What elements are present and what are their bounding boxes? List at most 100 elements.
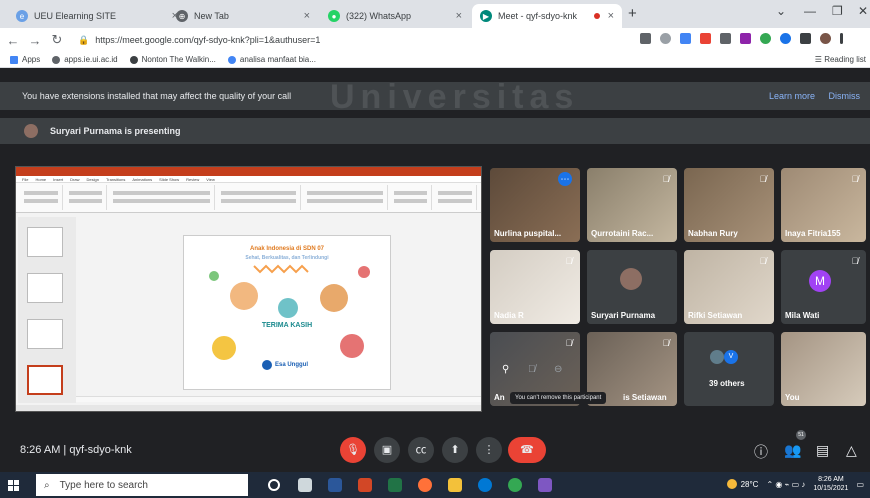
others-count: 39 others: [709, 379, 745, 388]
powerpoint-ribbon: [16, 183, 481, 213]
others-avatar: V: [724, 350, 738, 364]
tab-search-icon[interactable]: ⌄: [776, 4, 786, 18]
bookmark-apps[interactable]: Apps: [10, 55, 40, 64]
start-button[interactable]: [0, 472, 26, 498]
extension-icon[interactable]: [760, 33, 771, 44]
extension-icon[interactable]: [720, 33, 731, 44]
people-icon[interactable]: 👥: [784, 442, 801, 459]
close-tab-icon[interactable]: ×: [608, 10, 614, 22]
chrome-icon[interactable]: [508, 478, 522, 492]
mic-off-icon: 🎙̸: [851, 256, 859, 266]
leave-call-button[interactable]: ☎: [508, 437, 546, 463]
mic-toggle-button[interactable]: 🎙: [340, 437, 366, 463]
minimize-icon[interactable]: —: [804, 4, 816, 18]
excel-icon[interactable]: [388, 478, 402, 492]
mute-participant-icon[interactable]: 🎙̸: [528, 364, 536, 375]
weather-temp[interactable]: 28°C: [741, 480, 759, 489]
pin-icon[interactable]: ⚲: [502, 364, 509, 375]
firefox-icon[interactable]: [418, 478, 432, 492]
others-tile[interactable]: V 39 others: [684, 332, 774, 406]
tab-ueu-elearning[interactable]: e UEU Elearning SITE ×: [8, 4, 186, 28]
meeting-details-icon[interactable]: ⓘ: [754, 442, 768, 462]
university-watermark: Universitas: [330, 78, 580, 116]
address-bar[interactable]: 🔒 https://meet.google.com/qyf-sdyo-knk?p…: [78, 31, 638, 49]
remove-participant-tooltip: You can't remove this participant: [510, 392, 607, 404]
search-placeholder: Type here to search: [59, 479, 148, 491]
puzzle-icon[interactable]: [800, 33, 811, 44]
present-screen-button[interactable]: ⬆: [442, 437, 468, 463]
slide-thumbnail: [27, 227, 63, 257]
video-camera-icon[interactable]: [640, 33, 651, 44]
tray-icons[interactable]: ⌃ ◉ ⌁ ▭ ♪: [766, 480, 805, 489]
participant-tile[interactable]: Suryari Purnama: [587, 250, 677, 324]
extension-icon[interactable]: [780, 33, 791, 44]
tab-meet[interactable]: ▶ Meet - qyf-sdyo-knk ×: [472, 4, 622, 28]
app-icon[interactable]: [538, 478, 552, 492]
profile-avatar[interactable]: [820, 33, 831, 44]
more-options-button[interactable]: ⋮: [476, 437, 502, 463]
tab-new-tab[interactable]: ⊕ New Tab ×: [168, 4, 318, 28]
reading-list-label: Reading list: [824, 55, 866, 64]
bookmark-nonton[interactable]: Nonton The Walkin...: [129, 55, 216, 64]
close-tab-icon[interactable]: ×: [304, 10, 310, 22]
camera-toggle-button[interactable]: ▣: [374, 437, 400, 463]
extension-icon[interactable]: [740, 33, 751, 44]
chat-icon[interactable]: ▤: [816, 442, 829, 459]
apps-grid-icon: [10, 55, 18, 64]
bookmark-analisa[interactable]: analisa manfaat bia...: [227, 55, 316, 64]
participant-name: Rifki Setiawan: [688, 311, 743, 320]
windows-taskbar: ⌕ Type here to search 28°C ⌃ ◉ ⌁ ▭ ♪ 8:2…: [0, 472, 870, 498]
forward-icon[interactable]: →: [26, 33, 44, 48]
file-explorer-icon[interactable]: [448, 478, 462, 492]
meet-stage: You have extensions installed that may a…: [0, 68, 870, 472]
windows-logo-icon: [7, 479, 19, 491]
task-view-icon[interactable]: [298, 478, 312, 492]
participant-tile[interactable]: 🎙̸ Qurrotaini Rac...: [587, 168, 677, 242]
reading-list-button[interactable]: ☰ Reading list: [815, 55, 866, 64]
ueu-favicon-icon: e: [16, 10, 28, 22]
tab-whatsapp[interactable]: ● (322) WhatsApp ×: [320, 4, 470, 28]
tab-label: Meet - qyf-sdyo-knk: [498, 11, 578, 21]
participant-tile[interactable]: ⋯ Nurlina puspital...: [490, 168, 580, 242]
close-window-icon[interactable]: ✕: [858, 4, 868, 18]
menu-kebab-icon[interactable]: [840, 33, 843, 44]
participant-tile[interactable]: 🎙̸ Nadia R: [490, 250, 580, 324]
word-icon[interactable]: [328, 478, 342, 492]
tray-time: 8:26 AM: [818, 476, 844, 483]
clock-time: 8:26 AM: [20, 444, 61, 456]
participant-tile[interactable]: 🎙̸ Nabhan Rury: [684, 168, 774, 242]
participant-name: Nurlina puspital...: [494, 229, 562, 238]
participant-tile[interactable]: M 🎙̸ Mila Wati: [781, 250, 866, 324]
meeting-info: 8:26 AM | qyf-sdyo-knk: [20, 444, 132, 456]
weather-icon[interactable]: [726, 479, 737, 489]
notification-icon[interactable]: ▭: [856, 480, 864, 489]
edge-icon[interactable]: [478, 478, 492, 492]
esa-unggul-logo-icon: [262, 360, 272, 370]
powerpoint-icon[interactable]: [358, 478, 372, 492]
taskbar-search[interactable]: ⌕ Type here to search: [36, 474, 248, 496]
slide-thumbnails: [18, 217, 76, 403]
extension-icon[interactable]: [680, 33, 691, 44]
restore-icon[interactable]: ❐: [832, 4, 843, 18]
bookmark-star-icon[interactable]: [660, 33, 671, 44]
clock[interactable]: 8:26 AM 10/15/2021: [813, 475, 848, 493]
participant-tile[interactable]: 🎙̸ Inaya Fitria155: [781, 168, 866, 242]
new-tab-button[interactable]: +: [628, 5, 637, 22]
learn-more-link[interactable]: Learn more: [769, 91, 815, 101]
slide-thumbnail-selected: [27, 365, 63, 395]
close-tab-icon[interactable]: ×: [456, 10, 462, 22]
dismiss-button[interactable]: Dismiss: [829, 91, 861, 101]
activities-icon[interactable]: △: [846, 442, 857, 459]
remove-participant-icon[interactable]: ⊖: [554, 364, 562, 375]
back-icon[interactable]: ←: [4, 33, 22, 48]
captions-button[interactable]: ㏄: [408, 437, 434, 463]
bookmark-apps-ie[interactable]: apps.ie.ui.ac.id: [52, 55, 118, 64]
tab-label: (322) WhatsApp: [346, 11, 412, 21]
participant-name: Nadia R: [494, 311, 524, 320]
extension-icon[interactable]: [700, 33, 711, 44]
self-tile[interactable]: You: [781, 332, 866, 406]
warning-text: You have extensions installed that may a…: [22, 91, 292, 101]
participant-tile[interactable]: 🎙̸ Rifki Setiawan: [684, 250, 774, 324]
reload-icon[interactable]: ↻: [48, 32, 66, 48]
cortana-icon[interactable]: [268, 479, 280, 491]
